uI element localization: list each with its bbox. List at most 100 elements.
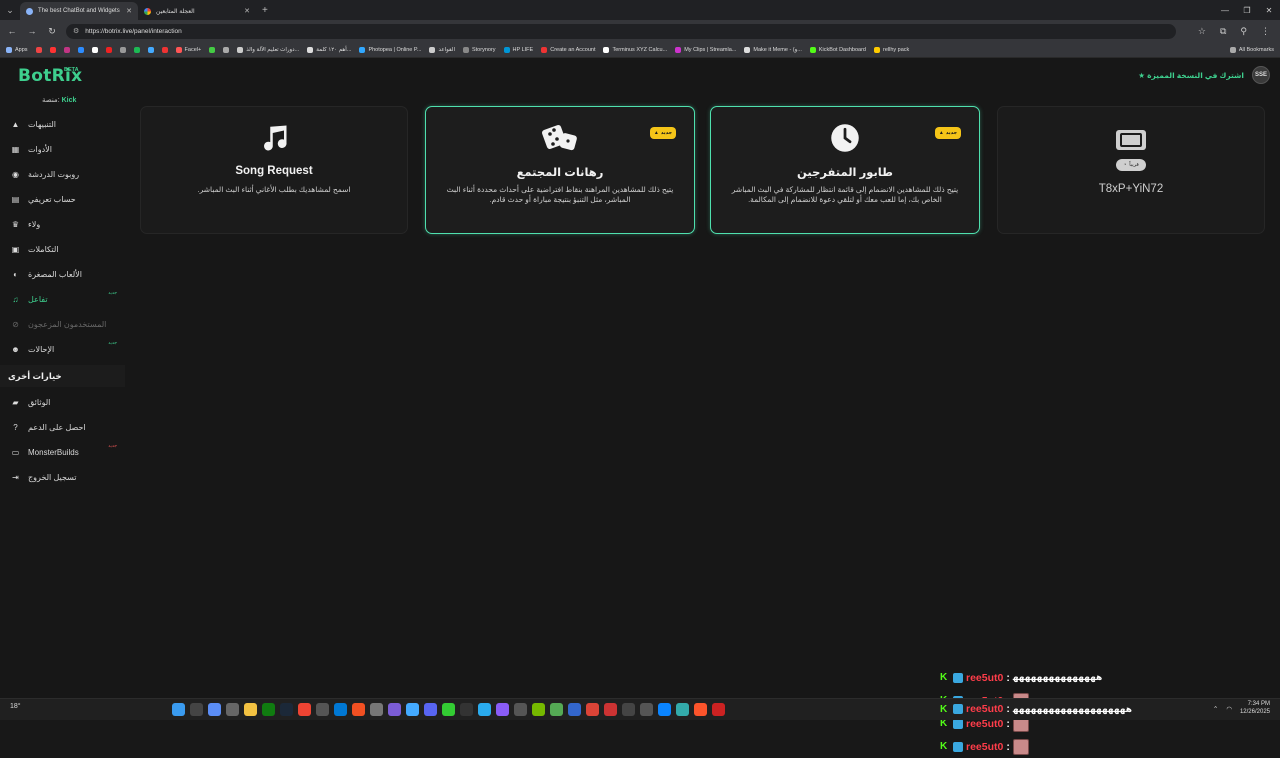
url-input[interactable]: ⚙ https://botrix.live/panel/interaction <box>66 23 1176 39</box>
browser-tab[interactable]: العجلة المتابعين ✕ <box>138 2 256 20</box>
sidebar-item-docs[interactable]: ▰ الوثائق <box>0 390 125 415</box>
sidebar-item-loyalty[interactable]: ♛ ولاء <box>0 212 125 237</box>
sidebar-item-integrations[interactable]: ▣ التكاملات <box>0 237 125 262</box>
bookmark-item[interactable] <box>35 46 42 53</box>
sidebar-item-referrals[interactable]: ☻ الإحالات جديد <box>0 337 125 362</box>
bookmark-item[interactable]: Apps <box>6 46 28 53</box>
forward-icon[interactable]: → <box>26 26 38 36</box>
app-icon[interactable] <box>622 703 635 716</box>
discord-icon[interactable] <box>424 703 437 716</box>
browser-tab-active[interactable]: The best ChatBot and Widgets ✕ <box>20 2 138 20</box>
bookmark-item[interactable] <box>161 46 168 53</box>
xbox-icon[interactable] <box>262 703 275 716</box>
premium-subscribe-link[interactable]: ★ اشترك في النسخة المميزة <box>1138 71 1244 80</box>
close-tab-icon[interactable]: ✕ <box>244 7 250 15</box>
app-icon[interactable] <box>514 703 527 716</box>
profile-icon[interactable]: ⚲ <box>1240 26 1247 37</box>
bookmark-item[interactable]: Storynory <box>462 46 496 53</box>
user-card-icon: ▤ <box>11 195 20 204</box>
app-icon[interactable] <box>604 703 617 716</box>
bookmark-item[interactable]: Terminus XYZ Calcu... <box>603 46 667 53</box>
minimize-icon[interactable]: — <box>1214 0 1236 20</box>
edge-icon[interactable] <box>658 703 671 716</box>
folder-icon[interactable] <box>244 703 257 716</box>
bookmark-star-icon[interactable]: ☆ <box>1198 26 1206 37</box>
card-song-request[interactable]: Song Request اسمح لمشاهديك بطلب الأغاني … <box>140 106 408 234</box>
sidebar-item-alerts[interactable]: ▲ التنبيهات <box>0 112 125 137</box>
sidebar-item-interaction[interactable]: ♫ تفاعل جديد <box>0 287 125 312</box>
extensions-icon[interactable]: ⧉ <box>1220 26 1226 37</box>
app-icon[interactable] <box>370 703 383 716</box>
wifi-icon[interactable]: ◠ <box>1226 705 1232 713</box>
sidebar-item-chatbot[interactable]: ◉ روبوت الدردشة <box>0 162 125 187</box>
sidebar-item-minigames[interactable]: ◐ الألعاب المصغرة <box>0 262 125 287</box>
sidebar-item-banned-users[interactable]: ⊘ المستخدمون المزعجون <box>0 312 125 337</box>
close-tab-icon[interactable]: ✕ <box>126 7 132 15</box>
app-icon[interactable] <box>712 703 725 716</box>
settings-icon[interactable] <box>316 703 329 716</box>
restore-icon[interactable]: ❐ <box>1236 0 1258 20</box>
app-icon[interactable] <box>460 703 473 716</box>
chevron-up-icon[interactable]: ⌃ <box>1213 705 1218 713</box>
bookmark-item[interactable]: rellhy pack <box>873 46 909 53</box>
app-icon[interactable] <box>442 703 455 716</box>
sidebar-item-logout[interactable]: ⇥ تسجيل الخروج <box>0 465 125 490</box>
app-icon[interactable] <box>298 703 311 716</box>
card-community-bets[interactable]: ▲ جديد رهانات المجتمع يتيح ذلك للمشاهدين … <box>425 106 695 234</box>
reload-icon[interactable]: ↻ <box>46 26 58 37</box>
chrome-icon[interactable] <box>586 703 599 716</box>
nvidia-icon[interactable] <box>532 703 545 716</box>
bookmark-item[interactable] <box>223 46 230 53</box>
app-icon[interactable] <box>640 703 653 716</box>
bookmark-item[interactable] <box>63 46 70 53</box>
bookmark-item[interactable] <box>209 46 216 53</box>
bookmark-item[interactable] <box>91 46 98 53</box>
search-icon[interactable] <box>190 703 203 716</box>
app-icon[interactable] <box>568 703 581 716</box>
bookmark-item[interactable] <box>49 46 56 53</box>
app-icon[interactable] <box>388 703 401 716</box>
new-tab-icon[interactable]: + <box>262 5 268 16</box>
windows-start-icon[interactable] <box>172 703 185 716</box>
file-icon[interactable] <box>226 703 239 716</box>
brave-icon[interactable] <box>694 703 707 716</box>
bookmark-item[interactable]: القواعد <box>429 46 455 53</box>
weather-widget[interactable]: 18° <box>10 703 21 710</box>
sidebar-item-widgets[interactable]: ▦ الأدوات <box>0 137 125 162</box>
bookmark-item[interactable]: Create an Account <box>541 46 595 53</box>
bookmark-item[interactable]: Make it Meme - (و... <box>744 46 802 53</box>
tab-search-icon[interactable]: ⌄ <box>0 0 20 20</box>
sidebar-item-support[interactable]: ? احصل على الدعم <box>0 415 125 440</box>
bookmark-item[interactable] <box>147 46 154 53</box>
copilot-icon[interactable] <box>208 703 221 716</box>
all-bookmarks-button[interactable]: All Bookmarks <box>1229 46 1274 53</box>
site-info-icon[interactable]: ⚙ <box>73 27 79 35</box>
bookmark-item[interactable] <box>133 46 140 53</box>
clock[interactable]: 7:34 PM 12/26/2025 <box>1240 701 1270 716</box>
bookmark-item[interactable] <box>77 46 84 53</box>
bookmark-item[interactable]: Facel+ <box>175 46 201 53</box>
app-icon[interactable] <box>406 703 419 716</box>
sidebar-item-profile[interactable]: ▤ حساب تعريفي <box>0 187 125 212</box>
bookmark-item[interactable]: HP LIFE <box>503 46 533 53</box>
bookmark-item[interactable]: KickBot Dashboard <box>809 46 866 53</box>
app-icon[interactable] <box>676 703 689 716</box>
bookmark-item[interactable]: أهم ١٢٠ كلمة... <box>307 46 351 53</box>
back-icon[interactable]: ← <box>6 26 18 36</box>
bookmark-item[interactable]: My Clips | Streamla... <box>675 46 736 53</box>
telegram-icon[interactable] <box>478 703 491 716</box>
bookmark-item[interactable]: دورات تعليم الآلة والذ... <box>237 46 299 53</box>
sidebar-item-monsterbuilds[interactable]: ▭ MonsterBuilds جديد <box>0 440 125 465</box>
avatar[interactable]: SSE <box>1252 66 1270 84</box>
bookmark-item[interactable]: Photopea | Online P... <box>359 46 421 53</box>
app-icon[interactable] <box>352 703 365 716</box>
menu-icon[interactable]: ⋮ <box>1261 26 1270 37</box>
app-icon[interactable] <box>496 703 509 716</box>
outlook-icon[interactable] <box>334 703 347 716</box>
bookmark-item[interactable] <box>105 46 112 53</box>
bookmark-item[interactable] <box>119 46 126 53</box>
app-icon[interactable] <box>550 703 563 716</box>
steam-icon[interactable] <box>280 703 293 716</box>
card-viewer-queue[interactable]: ▲ جديد طابور المتفرجين يتيح ذلك للمشاهدين… <box>710 106 980 234</box>
close-window-icon[interactable]: ✕ <box>1258 0 1280 20</box>
